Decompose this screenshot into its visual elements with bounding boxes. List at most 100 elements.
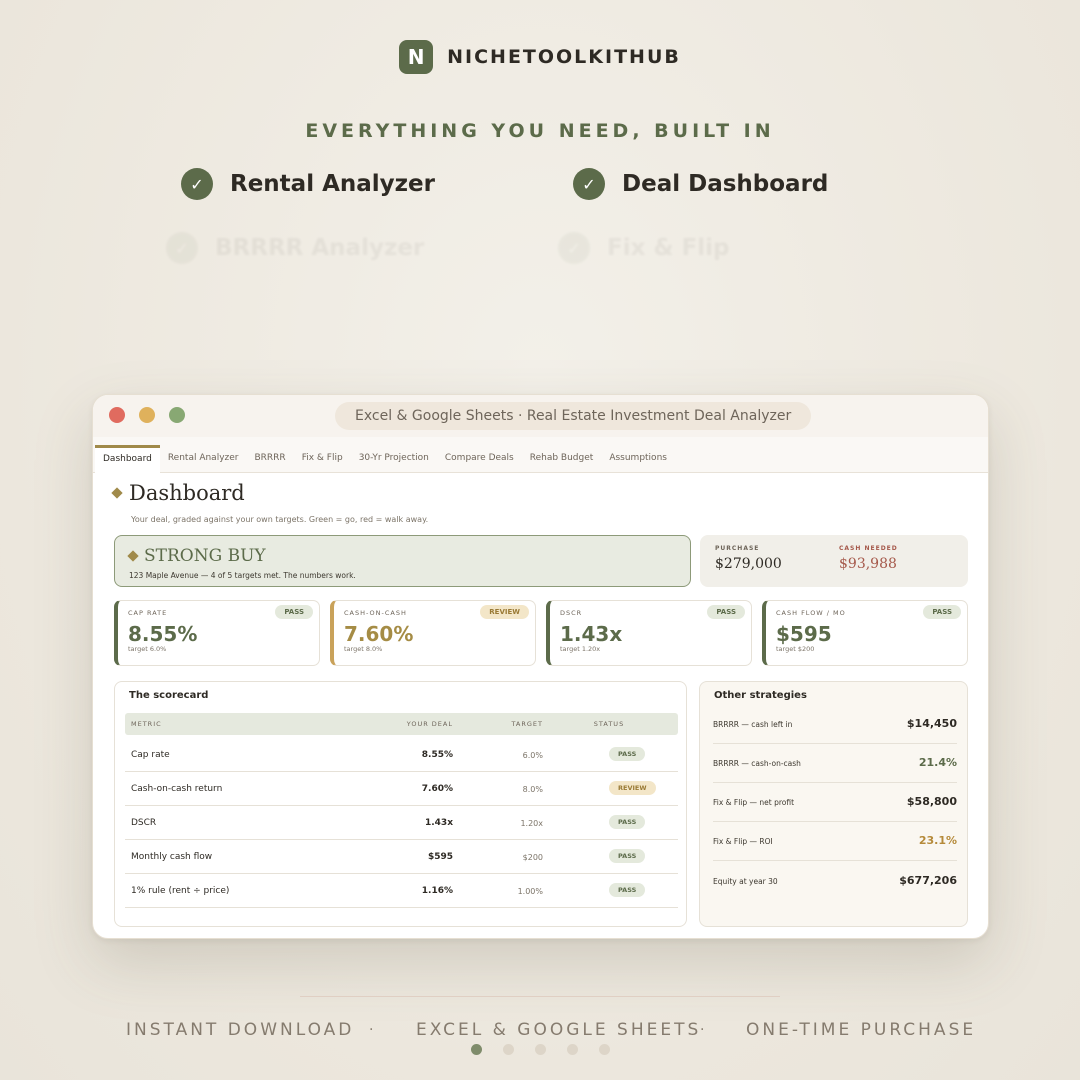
scorecard-card: The scorecard METRIC YOUR DEAL TARGET ST…: [114, 681, 687, 927]
brand-logo: N: [399, 40, 434, 74]
purchase-value: $279,000: [715, 556, 782, 572]
table-row: Monthly cash flow $595 $200 PASS: [125, 840, 678, 874]
row-target: $200: [522, 853, 543, 862]
cash-needed-label: CASH NEEDED: [839, 545, 898, 552]
row-your-deal: 7.60%: [421, 784, 453, 794]
kpi-target: target 8.0%: [344, 645, 383, 653]
kpi-cash-on-cash: CASH-ON-CASH REVIEW 7.60% target 8.0%: [330, 600, 536, 666]
status-badge: REVIEW: [609, 781, 656, 795]
dashboard-page: Dashboard Your deal, graded against your…: [93, 473, 988, 938]
row-your-deal: 1.16%: [421, 886, 453, 896]
purchase-summary: PURCHASE $279,000: [715, 545, 782, 572]
strategies-card: Other strategies BRRRR — cash left in $1…: [699, 681, 968, 927]
pager-dot-3[interactable]: [535, 1044, 546, 1055]
row-target: 1.20x: [520, 819, 543, 828]
strategy-label: BRRRR — cash left in: [713, 720, 793, 729]
kpi-value: 8.55%: [128, 622, 198, 646]
kpi-label: CAP RATE: [128, 609, 168, 617]
row-metric: Cap rate: [131, 750, 170, 760]
footer-instant-download: INSTANT DOWNLOAD: [126, 1020, 355, 1040]
feature-rental-analyzer: ✓ Rental Analyzer: [181, 168, 435, 200]
list-item: Equity at year 30 $677,206: [713, 861, 957, 901]
scorecard-title: The scorecard: [129, 690, 209, 701]
footer-divider: [300, 996, 780, 997]
row-target: 8.0%: [522, 785, 543, 794]
row-your-deal: $595: [427, 852, 453, 862]
pager-dot-1[interactable]: [471, 1044, 482, 1055]
cash-needed-summary: CASH NEEDED $93,988: [839, 545, 898, 572]
tab-brrrr[interactable]: BRRRR: [247, 453, 294, 472]
check-icon: ✓: [181, 168, 213, 200]
feature-label: BRRRR Analyzer: [215, 235, 425, 261]
strategies-title: Other strategies: [714, 690, 807, 701]
kpi-label: DSCR: [560, 609, 583, 617]
strategy-value: 23.1%: [918, 834, 957, 847]
row-target: 6.0%: [522, 751, 543, 760]
status-badge: PASS: [707, 605, 745, 619]
kpi-dscr: DSCR PASS 1.43x target 1.20x: [546, 600, 752, 666]
kpi-target: target $200: [776, 645, 815, 653]
pager-dot-5[interactable]: [599, 1044, 610, 1055]
strategy-value: $677,206: [899, 874, 957, 887]
tab-compare-deals[interactable]: Compare Deals: [437, 453, 522, 472]
strategy-value: $14,450: [906, 717, 957, 730]
tab-30-yr-projection[interactable]: 30-Yr Projection: [351, 453, 437, 472]
list-item: Fix & Flip — ROI 23.1%: [713, 821, 957, 861]
strategy-value: 21.4%: [918, 756, 957, 769]
close-window-button[interactable]: [109, 407, 125, 423]
kpi-value: $595: [776, 622, 832, 646]
row-target: 1.00%: [517, 887, 543, 896]
feature-fix-flip: ✓ Fix & Flip: [558, 232, 729, 264]
feature-label: Rental Analyzer: [230, 171, 435, 197]
status-badge: PASS: [609, 815, 646, 829]
tagline: EVERYTHING YOU NEED, BUILT IN: [305, 120, 775, 142]
footer-excel-google-sheets: EXCEL & GOOGLE SHEETS: [416, 1020, 702, 1040]
kpi-value: 7.60%: [344, 622, 414, 646]
tab-assumptions[interactable]: Assumptions: [601, 453, 675, 472]
brand-header: N NICHETOOLKITHUB: [0, 40, 1080, 74]
pager-dot-4[interactable]: [567, 1044, 578, 1055]
kpi-cash-flow: CASH FLOW / MO PASS $595 target $200: [762, 600, 968, 666]
page-subtitle: Your deal, graded against your own targe…: [131, 515, 429, 524]
page-title-text: Dashboard: [129, 481, 245, 505]
tab-fix-flip[interactable]: Fix & Flip: [294, 453, 351, 472]
app-window: Excel & Google Sheets · Real Estate Inve…: [92, 394, 989, 939]
check-icon: ✓: [558, 232, 590, 264]
page-title: Dashboard: [111, 481, 245, 505]
tab-rehab-budget[interactable]: Rehab Budget: [522, 453, 602, 472]
cash-needed-value: $93,988: [839, 556, 897, 572]
check-icon: ✓: [573, 168, 605, 200]
purchase-label: PURCHASE: [715, 545, 760, 552]
kpi-value: 1.43x: [560, 622, 623, 646]
status-badge: PASS: [275, 605, 313, 619]
table-row: Cash-on-cash return 7.60% 8.0% REVIEW: [125, 772, 678, 806]
minimize-window-button[interactable]: [139, 407, 155, 423]
maximize-window-button[interactable]: [169, 407, 185, 423]
brand-name: NICHETOOLKITHUB: [447, 46, 681, 68]
kpi-target: target 1.20x: [560, 645, 601, 653]
title-bar: Excel & Google Sheets · Real Estate Inve…: [93, 395, 988, 437]
strategy-value: $58,800: [906, 795, 957, 808]
row-metric: 1% rule (rent ÷ price): [131, 886, 230, 896]
row-metric: Monthly cash flow: [131, 852, 213, 862]
table-row: Cap rate 8.55% 6.0% PASS: [125, 738, 678, 772]
list-item: Fix & Flip — net profit $58,800: [713, 782, 957, 822]
deal-summary-card: PURCHASE $279,000 CASH NEEDED $93,988: [700, 535, 968, 587]
row-metric: Cash-on-cash return: [131, 784, 223, 794]
verdict-subtitle: 123 Maple Avenue — 4 of 5 targets met. T…: [129, 571, 356, 580]
strategy-label: Fix & Flip — net profit: [713, 798, 795, 807]
pager-dot-2[interactable]: [503, 1044, 514, 1055]
tab-dashboard[interactable]: Dashboard: [95, 445, 160, 473]
status-badge: PASS: [923, 605, 961, 619]
verdict-title-text: STRONG BUY: [144, 546, 266, 566]
table-row: DSCR 1.43x 1.20x PASS: [125, 806, 678, 840]
row-your-deal: 1.43x: [424, 818, 453, 828]
tab-rental-analyzer[interactable]: Rental Analyzer: [160, 453, 247, 472]
header-metric: METRIC: [131, 720, 162, 728]
scorecard-header: METRIC YOUR DEAL TARGET STATUS: [125, 713, 678, 735]
carousel-pager: [471, 1044, 610, 1055]
window-title: Excel & Google Sheets · Real Estate Inve…: [335, 402, 812, 430]
strategy-label: BRRRR — cash-on-cash: [713, 759, 801, 768]
feature-label: Fix & Flip: [607, 235, 730, 261]
strategy-label: Equity at year 30: [713, 877, 778, 886]
